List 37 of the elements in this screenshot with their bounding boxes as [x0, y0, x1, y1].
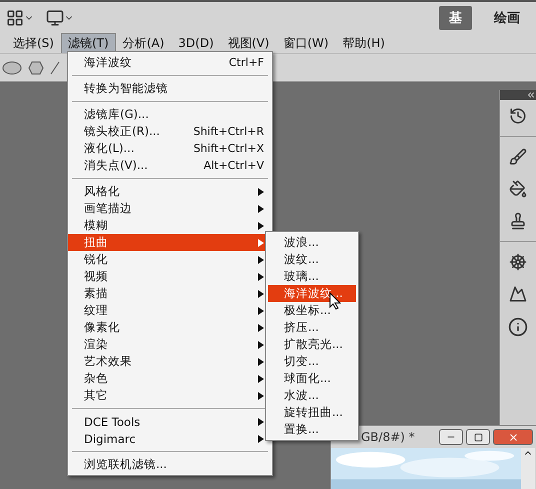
menu-item[interactable]: 消失点(V)... Alt+Ctrl+V — [68, 157, 272, 174]
menu-item[interactable]: 镜头校正(R)... Shift+Ctrl+R — [68, 123, 272, 140]
mountain-icon[interactable] — [509, 285, 527, 303]
menu-item[interactable]: 画笔描边 — [68, 200, 272, 217]
workspace-button[interactable]: 基 — [439, 6, 472, 30]
ship-wheel-icon[interactable] — [509, 253, 527, 271]
menu-title[interactable]: 3D(D) — [171, 34, 221, 52]
polygon-icon[interactable] — [28, 60, 44, 74]
paint-bucket-icon[interactable] — [509, 180, 527, 198]
close-icon — [508, 432, 518, 442]
menu-item[interactable]: 风格化 — [68, 183, 272, 200]
cursor-icon — [329, 292, 341, 310]
menu-title[interactable]: 窗口(W) — [276, 32, 336, 54]
menu-title[interactable]: 选择(S) — [6, 32, 61, 54]
document-title: GB/8#) * — [361, 430, 416, 444]
menu-item[interactable]: 液化(L)... Shift+Ctrl+X — [68, 140, 272, 157]
brush-icon[interactable] — [509, 148, 527, 166]
menu-title[interactable]: 视图(V) — [220, 32, 276, 54]
line-icon[interactable] — [50, 60, 60, 74]
menu-title[interactable]: 帮助(H) — [336, 32, 392, 54]
screen-mode-icon[interactable] — [46, 8, 74, 26]
maximize-button[interactable] — [466, 429, 490, 445]
history-icon[interactable] — [509, 107, 527, 125]
info-icon[interactable] — [508, 317, 528, 337]
close-button[interactable] — [493, 429, 533, 445]
layout-icon[interactable] — [6, 8, 34, 26]
collapse-icon[interactable] — [526, 90, 536, 100]
menu-item[interactable]: 转换为智能滤镜 — [68, 80, 272, 97]
minimize-button[interactable] — [439, 429, 463, 445]
stamp-icon[interactable] — [509, 212, 527, 230]
workspace-button[interactable]: 绘画 — [484, 6, 530, 30]
maximize-icon — [474, 432, 482, 442]
menu-item[interactable]: 模糊 — [68, 217, 272, 234]
ellipse-icon[interactable] — [2, 60, 22, 74]
menu-item[interactable]: 浏览联机滤镜... — [68, 456, 272, 473]
menu-item[interactable]: 滤镜库(G)... — [68, 106, 272, 123]
menu-title[interactable]: 分析(A) — [116, 32, 172, 54]
